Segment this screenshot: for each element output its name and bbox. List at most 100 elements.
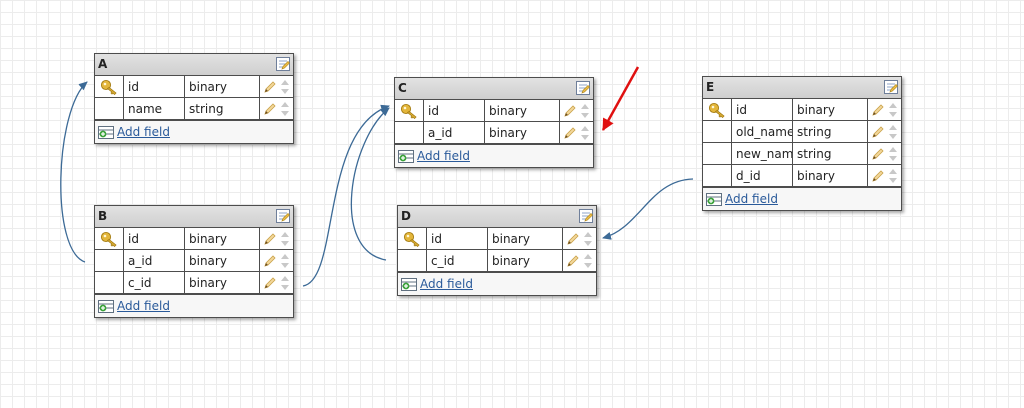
reorder-arrows-icon[interactable] <box>280 275 290 291</box>
table-header[interactable]: A <box>95 54 293 76</box>
field-name[interactable]: id <box>731 99 793 121</box>
add-field-link[interactable]: Add field <box>117 299 170 313</box>
reorder-arrows-icon[interactable] <box>888 146 898 162</box>
field-name[interactable]: id <box>423 100 485 122</box>
field-list: idbinaryold_namestringnew_namestringd_id… <box>703 99 901 187</box>
pencil-icon[interactable] <box>566 254 580 268</box>
table-header[interactable]: E <box>703 77 901 99</box>
reorder-arrows-icon[interactable] <box>280 253 290 269</box>
add-field-icon <box>401 277 417 291</box>
table-d[interactable]: Did binary c_id binary Add field <box>397 205 597 296</box>
table-b[interactable]: Bid binary a_id binary c_id binary Add field <box>94 205 294 318</box>
pencil-icon[interactable] <box>263 232 277 246</box>
field-type[interactable]: binary <box>792 164 868 187</box>
add-field-icon <box>98 299 114 313</box>
field-row[interactable]: a_id binary <box>95 249 293 272</box>
field-actions <box>867 164 901 187</box>
field-row[interactable]: d_id binary <box>703 164 901 187</box>
add-field-link[interactable]: Add field <box>117 125 170 139</box>
edit-table-icon[interactable] <box>579 209 593 223</box>
pencil-icon[interactable] <box>563 104 577 118</box>
table-name: A <box>98 57 108 71</box>
key-cell <box>95 271 124 294</box>
field-type[interactable]: string <box>184 97 260 120</box>
table-a[interactable]: Aid binary name string Add field <box>94 53 294 144</box>
key-icon <box>708 102 725 118</box>
field-row[interactable]: id binary <box>703 99 901 121</box>
edit-table-icon[interactable] <box>576 81 590 95</box>
field-type[interactable]: binary <box>487 249 563 272</box>
field-name[interactable]: d_id <box>731 164 793 187</box>
field-actions <box>867 120 901 143</box>
field-name[interactable]: id <box>426 228 488 250</box>
field-type[interactable]: string <box>792 120 868 143</box>
key-cell <box>703 164 732 187</box>
table-e[interactable]: Eidbinaryold_namestringnew_namestringd_i… <box>702 76 902 211</box>
field-row[interactable]: id binary <box>95 228 293 250</box>
key-cell <box>395 121 424 144</box>
field-type[interactable]: binary <box>484 121 560 144</box>
reorder-arrows-icon[interactable] <box>280 79 290 95</box>
field-type[interactable]: binary <box>184 228 260 250</box>
connector-e-d_id-to-d-id <box>602 178 694 240</box>
field-row[interactable]: name string <box>95 97 293 120</box>
table-header[interactable]: B <box>95 206 293 228</box>
reorder-arrows-icon[interactable] <box>280 231 290 247</box>
pencil-icon[interactable] <box>263 102 277 116</box>
reorder-arrows-icon[interactable] <box>583 231 593 247</box>
field-name[interactable]: new_name <box>731 142 793 165</box>
field-type[interactable]: binary <box>184 76 260 98</box>
connector-d-c_id-to-c-id <box>350 107 390 261</box>
edit-table-icon[interactable] <box>884 80 898 94</box>
field-name[interactable]: c_id <box>123 271 185 294</box>
field-row[interactable]: id binary <box>395 100 593 122</box>
pencil-icon[interactable] <box>871 103 885 117</box>
field-type[interactable]: binary <box>484 100 560 122</box>
field-row[interactable]: id binary <box>95 76 293 98</box>
add-field-link[interactable]: Add field <box>725 192 778 206</box>
field-name[interactable]: name <box>123 97 185 120</box>
field-row[interactable]: old_name string <box>703 120 901 143</box>
pencil-icon[interactable] <box>566 232 580 246</box>
field-type[interactable]: binary <box>184 271 260 294</box>
pencil-icon[interactable] <box>263 276 277 290</box>
add-field-link[interactable]: Add field <box>417 149 470 163</box>
reorder-arrows-icon[interactable] <box>583 253 593 269</box>
reorder-arrows-icon[interactable] <box>888 124 898 140</box>
pencil-icon[interactable] <box>263 80 277 94</box>
table-c[interactable]: Cid binary a_id binary Add field <box>394 77 594 168</box>
field-row[interactable]: c_id binary <box>398 249 596 272</box>
field-name[interactable]: a_id <box>423 121 485 144</box>
edit-table-icon[interactable] <box>276 57 290 71</box>
field-type[interactable]: string <box>792 142 868 165</box>
table-header[interactable]: C <box>395 78 593 100</box>
field-row[interactable]: new_namestring <box>703 142 901 165</box>
field-actions <box>562 249 596 272</box>
field-name[interactable]: id <box>123 76 185 98</box>
field-name[interactable]: a_id <box>123 249 185 272</box>
pencil-icon[interactable] <box>871 125 885 139</box>
field-row[interactable]: id binary <box>398 228 596 250</box>
field-type[interactable]: binary <box>487 228 563 250</box>
connector-b-c_id-to-c-id <box>302 104 390 287</box>
reorder-arrows-icon[interactable] <box>888 102 898 118</box>
field-name[interactable]: c_id <box>426 249 488 272</box>
edit-table-icon[interactable] <box>276 209 290 223</box>
reorder-arrows-icon[interactable] <box>280 101 290 117</box>
pencil-icon[interactable] <box>563 126 577 140</box>
reorder-arrows-icon[interactable] <box>580 103 590 119</box>
field-name[interactable]: id <box>123 228 185 250</box>
key-cell <box>703 99 732 121</box>
field-name[interactable]: old_name <box>731 120 793 143</box>
reorder-arrows-icon[interactable] <box>888 168 898 184</box>
reorder-arrows-icon[interactable] <box>580 125 590 141</box>
field-type[interactable]: binary <box>792 99 868 121</box>
field-row[interactable]: a_id binary <box>395 121 593 144</box>
pencil-icon[interactable] <box>871 147 885 161</box>
add-field-link[interactable]: Add field <box>420 277 473 291</box>
pencil-icon[interactable] <box>263 254 277 268</box>
pencil-icon[interactable] <box>871 169 885 183</box>
table-header[interactable]: D <box>398 206 596 228</box>
field-row[interactable]: c_id binary <box>95 271 293 294</box>
field-type[interactable]: binary <box>184 249 260 272</box>
